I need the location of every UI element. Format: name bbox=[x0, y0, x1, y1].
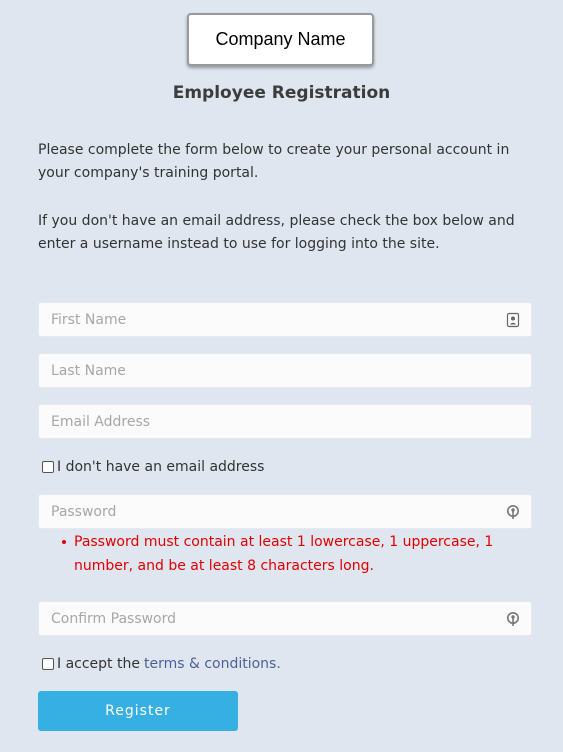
terms-link[interactable]: terms & conditions. bbox=[144, 656, 281, 672]
contact-card-icon bbox=[506, 312, 520, 328]
password-field[interactable] bbox=[38, 494, 532, 529]
first-name-field[interactable] bbox=[38, 302, 532, 337]
password-error-message: Password must contain at least 1 lowerca… bbox=[60, 530, 500, 578]
no-email-checkbox-label[interactable]: I don't have an email address bbox=[57, 459, 264, 475]
email-input[interactable] bbox=[39, 405, 531, 438]
password-error-list: Password must contain at least 1 lowerca… bbox=[60, 530, 500, 578]
confirm-password-input[interactable] bbox=[39, 602, 531, 635]
company-name: Company Name bbox=[215, 29, 346, 49]
intro-paragraph: Please complete the form below to create… bbox=[38, 142, 510, 181]
terms-checkbox-label[interactable]: I accept the bbox=[57, 656, 140, 672]
terms-checkbox-row[interactable]: I accept the terms & conditions. bbox=[42, 656, 281, 672]
register-button[interactable]: Register bbox=[38, 691, 238, 731]
terms-checkbox[interactable] bbox=[42, 658, 54, 670]
confirm-password-field[interactable] bbox=[38, 601, 532, 636]
no-email-checkbox-row[interactable]: I don't have an email address bbox=[42, 459, 264, 475]
last-name-field[interactable] bbox=[38, 353, 532, 388]
company-logo: Company Name bbox=[187, 13, 374, 66]
page-title: Employee Registration bbox=[172, 83, 391, 103]
email-field[interactable] bbox=[38, 404, 532, 439]
password-key-icon[interactable] bbox=[506, 611, 520, 627]
last-name-input[interactable] bbox=[39, 354, 531, 387]
password-input[interactable] bbox=[39, 495, 531, 528]
no-email-checkbox[interactable] bbox=[42, 461, 54, 473]
password-key-icon[interactable] bbox=[506, 504, 520, 520]
first-name-input[interactable] bbox=[39, 303, 531, 336]
instructions-paragraph: If you don't have an email address, plea… bbox=[38, 213, 515, 252]
